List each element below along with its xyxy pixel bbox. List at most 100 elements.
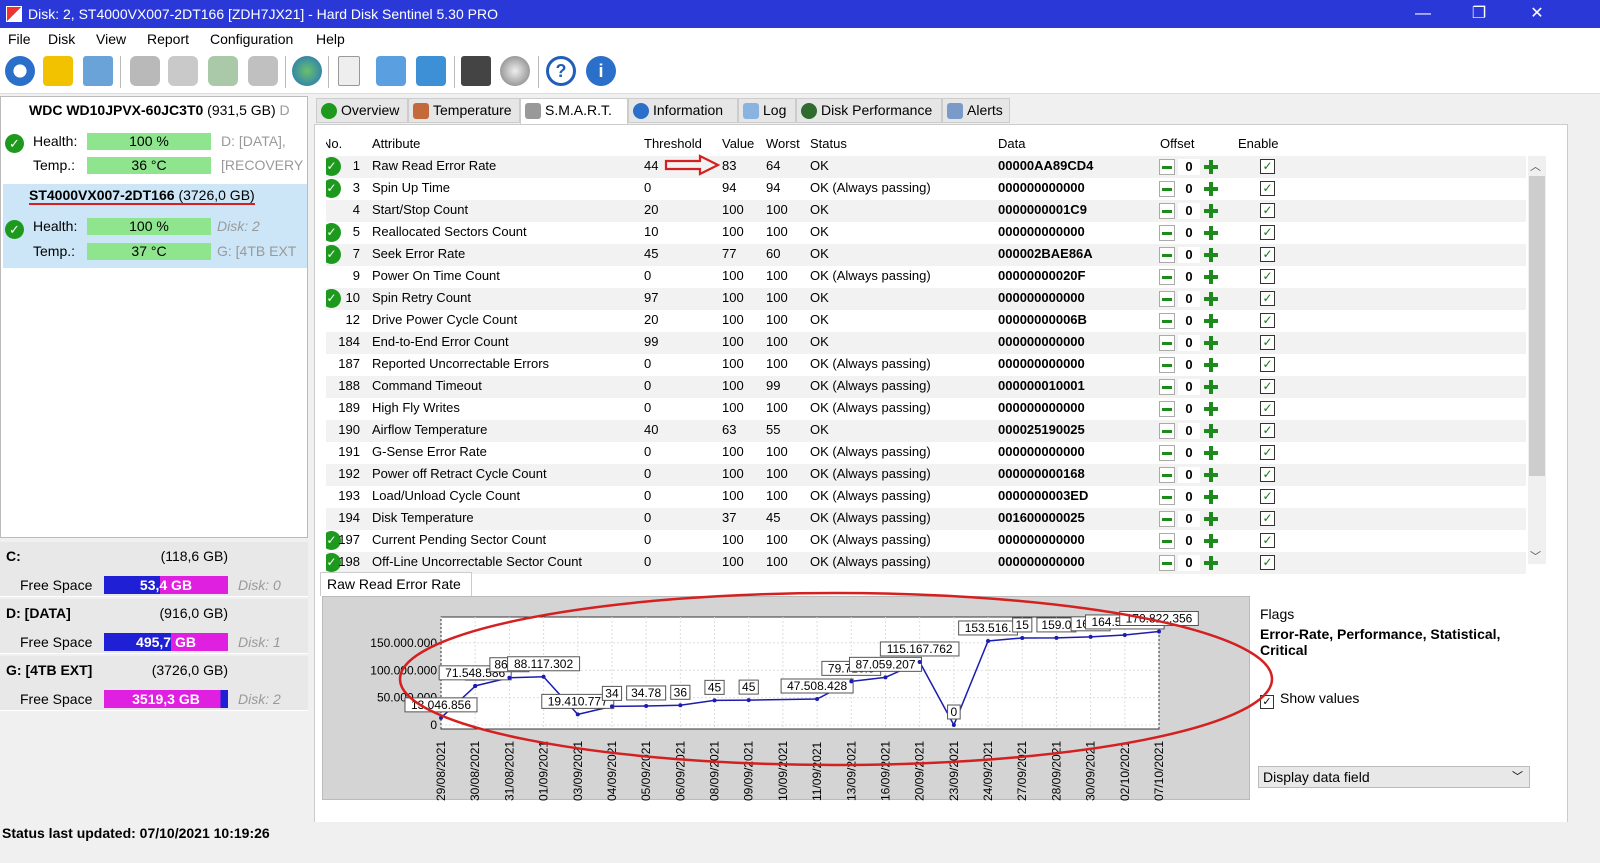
tab-log[interactable]: Log: [738, 98, 796, 123]
table-row[interactable]: 194 Disk Temperature 0 37 45 OK (Always passi…: [326, 508, 1526, 530]
plus-icon[interactable]: [1203, 533, 1219, 549]
plus-icon[interactable]: [1203, 401, 1219, 417]
offset-value[interactable]: 0: [1178, 269, 1200, 285]
disk-info-icon[interactable]: [83, 56, 113, 86]
report-icon[interactable]: [338, 56, 360, 86]
menu-file[interactable]: File: [8, 31, 31, 47]
col-threshold[interactable]: Threshold: [644, 136, 702, 151]
volume-g[interactable]: G: [4TB EXT] (3726,0 GB) Free Space 3519…: [0, 656, 308, 711]
table-row[interactable]: ✓ 3 Spin Up Time 0 94 94 OK (Always passing) 00…: [326, 178, 1526, 200]
plus-icon[interactable]: [1203, 445, 1219, 461]
menu-help[interactable]: Help: [316, 31, 345, 47]
plus-icon[interactable]: [1203, 467, 1219, 483]
scroll-thumb[interactable]: [1529, 176, 1545, 476]
offset-value[interactable]: 0: [1178, 181, 1200, 197]
enable-checkbox[interactable]: ✓: [1260, 313, 1275, 328]
table-row[interactable]: 12 Drive Power Cycle Count 20 100 100 OK 00000…: [326, 310, 1526, 332]
maximize-button[interactable]: ❐: [1456, 0, 1502, 28]
close-button[interactable]: ✕: [1514, 0, 1560, 28]
table-row[interactable]: ✓ 1 Raw Read Error Rate 44 83 64 OK 00000AA89CD…: [326, 156, 1526, 178]
globe-icon[interactable]: [292, 56, 322, 86]
enable-checkbox[interactable]: ✓: [1260, 445, 1275, 460]
offset-value[interactable]: 0: [1178, 489, 1200, 505]
monitor-icon[interactable]: [461, 56, 491, 86]
col-data[interactable]: Data: [998, 136, 1025, 151]
table-scrollbar[interactable]: ︿ ﹀: [1528, 156, 1546, 564]
offset-value[interactable]: 0: [1178, 357, 1200, 373]
col-offset[interactable]: Offset: [1160, 136, 1194, 151]
disk-test-icon[interactable]: [168, 56, 198, 86]
tab-information[interactable]: Information: [628, 98, 738, 123]
enable-checkbox[interactable]: ✓: [1260, 533, 1275, 548]
scroll-up-icon[interactable]: ︿: [1530, 158, 1541, 174]
offset-value[interactable]: 0: [1178, 313, 1200, 329]
display-data-select[interactable]: Display data field ﹀: [1258, 766, 1530, 788]
minus-icon[interactable]: [1159, 159, 1175, 175]
plus-icon[interactable]: [1203, 247, 1219, 263]
tab-alerts[interactable]: Alerts: [942, 98, 1010, 123]
col-status[interactable]: Status: [810, 136, 847, 151]
minus-icon[interactable]: [1159, 467, 1175, 483]
scroll-down-icon[interactable]: ﹀: [1530, 548, 1541, 564]
table-row[interactable]: 193 Load/Unload Cycle Count 0 100 100 OK (Alw…: [326, 486, 1526, 508]
plus-icon[interactable]: [1203, 225, 1219, 241]
offset-value[interactable]: 0: [1178, 291, 1200, 307]
minus-icon[interactable]: [1159, 555, 1175, 571]
minus-icon[interactable]: [1159, 489, 1175, 505]
col-worst[interactable]: Worst: [766, 136, 800, 151]
minus-icon[interactable]: [1159, 269, 1175, 285]
plus-icon[interactable]: [1203, 269, 1219, 285]
offset-value[interactable]: 0: [1178, 159, 1200, 175]
offset-value[interactable]: 0: [1178, 379, 1200, 395]
enable-checkbox[interactable]: ✓: [1260, 247, 1275, 262]
sound-icon[interactable]: [500, 56, 530, 86]
table-row[interactable]: 188 Command Timeout 0 100 99 OK (Always passi…: [326, 376, 1526, 398]
table-row[interactable]: 187 Reported Uncorrectable Errors 0 100 100 O…: [326, 354, 1526, 376]
offset-value[interactable]: 0: [1178, 401, 1200, 417]
network-icon[interactable]: [416, 56, 446, 86]
enable-checkbox[interactable]: ✓: [1260, 467, 1275, 482]
tab-temperature[interactable]: Temperature: [408, 98, 520, 123]
table-row[interactable]: ✓ 7 Seek Error Rate 45 77 60 OK 000002BAE86A 0 ✓: [326, 244, 1526, 266]
minus-icon[interactable]: [1159, 225, 1175, 241]
table-row[interactable]: ✓ 197 Current Pending Sector Count 0 100 100 O…: [326, 530, 1526, 552]
offset-value[interactable]: 0: [1178, 445, 1200, 461]
minus-icon[interactable]: [1159, 291, 1175, 307]
disk-settings-icon[interactable]: [248, 56, 278, 86]
offset-value[interactable]: 0: [1178, 511, 1200, 527]
minus-icon[interactable]: [1159, 357, 1175, 373]
plus-icon[interactable]: [1203, 291, 1219, 307]
offset-value[interactable]: 0: [1178, 203, 1200, 219]
tab-disk-performance[interactable]: Disk Performance: [796, 98, 942, 123]
send-report-icon[interactable]: [376, 56, 406, 86]
offset-value[interactable]: 0: [1178, 423, 1200, 439]
volume-d[interactable]: D: [DATA] (916,0 GB) Free Space 495,7 GB…: [0, 599, 308, 654]
enable-checkbox[interactable]: ✓: [1260, 357, 1275, 372]
table-row[interactable]: 192 Power off Retract Cycle Count 0 100 100 O…: [326, 464, 1526, 486]
disk-check-icon[interactable]: [208, 56, 238, 86]
minus-icon[interactable]: [1159, 423, 1175, 439]
enable-checkbox[interactable]: ✓: [1260, 511, 1275, 526]
minus-icon[interactable]: [1159, 533, 1175, 549]
menu-report[interactable]: Report: [147, 31, 189, 47]
table-row[interactable]: 184 End-to-End Error Count 99 100 100 OK 00000…: [326, 332, 1526, 354]
table-row[interactable]: 9 Power On Time Count 0 100 100 OK (Always pa…: [326, 266, 1526, 288]
minimize-button[interactable]: —: [1400, 0, 1446, 28]
minus-icon[interactable]: [1159, 445, 1175, 461]
minus-icon[interactable]: [1159, 203, 1175, 219]
col-enable[interactable]: Enable: [1238, 136, 1278, 151]
plus-icon[interactable]: [1203, 159, 1219, 175]
enable-checkbox[interactable]: ✓: [1260, 335, 1275, 350]
plus-icon[interactable]: [1203, 511, 1219, 527]
enable-checkbox[interactable]: ✓: [1260, 203, 1275, 218]
minus-icon[interactable]: [1159, 313, 1175, 329]
plus-icon[interactable]: [1203, 335, 1219, 351]
enable-checkbox[interactable]: ✓: [1260, 423, 1275, 438]
col-value[interactable]: Value: [722, 136, 754, 151]
enable-checkbox[interactable]: ✓: [1260, 291, 1275, 306]
plus-icon[interactable]: [1203, 489, 1219, 505]
plus-icon[interactable]: [1203, 181, 1219, 197]
menu-configuration[interactable]: Configuration: [210, 31, 293, 47]
help-icon[interactable]: ?: [546, 56, 576, 86]
table-row[interactable]: 4 Start/Stop Count 20 100 100 OK 0000000001C9 0…: [326, 200, 1526, 222]
